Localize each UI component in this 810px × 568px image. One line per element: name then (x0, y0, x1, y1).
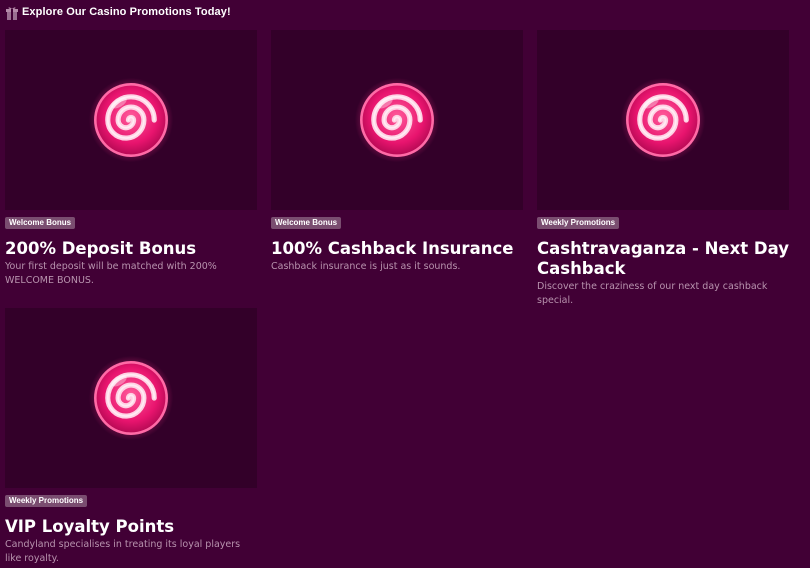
promo-description: Your first deposit will be matched with … (5, 261, 217, 286)
lollipop-swirl-icon (620, 77, 706, 163)
promo-card-cashtravaganza[interactable]: Weekly Promotions Cashtravaganza - Next … (537, 30, 789, 308)
promo-title[interactable]: 200% Deposit Bonus (5, 239, 257, 259)
promo-badge: Weekly Promotions (537, 217, 620, 229)
promo-badge: Welcome Bonus (5, 217, 76, 229)
lollipop-swirl-icon (354, 77, 440, 163)
lollipop-swirl-icon (88, 355, 174, 441)
promo-image[interactable] (537, 30, 789, 210)
promo-image[interactable] (271, 30, 523, 210)
promo-badge: Weekly Promotions (5, 495, 88, 507)
promo-card-vip-loyalty[interactable]: Weekly Promotions VIP Loyalty Points Can… (5, 308, 257, 566)
gift-icon (6, 5, 18, 20)
promo-card-cashback-insurance[interactable]: Welcome Bonus 100% Cashback Insurance Ca… (271, 30, 523, 274)
page-title: Explore Our Casino Promotions Today! (22, 6, 231, 18)
lollipop-swirl-icon (88, 77, 174, 163)
promo-image[interactable] (5, 30, 257, 210)
promo-card-deposit-bonus[interactable]: Welcome Bonus 200% Deposit Bonus Your fi… (5, 30, 257, 288)
page-header: Explore Our Casino Promotions Today! (6, 4, 231, 20)
promo-image[interactable] (5, 308, 257, 488)
promo-description: Candyland specialises in treating its lo… (5, 539, 241, 564)
promo-title[interactable]: VIP Loyalty Points (5, 517, 257, 537)
promo-badge: Welcome Bonus (271, 217, 342, 229)
promo-title[interactable]: 100% Cashback Insurance (271, 239, 523, 259)
promo-title[interactable]: Cashtravaganza - Next Day Cashback (537, 239, 789, 279)
promo-description: Cashback insurance is just as it sounds. (271, 261, 461, 272)
promo-description: Discover the craziness of our next day c… (537, 281, 768, 306)
